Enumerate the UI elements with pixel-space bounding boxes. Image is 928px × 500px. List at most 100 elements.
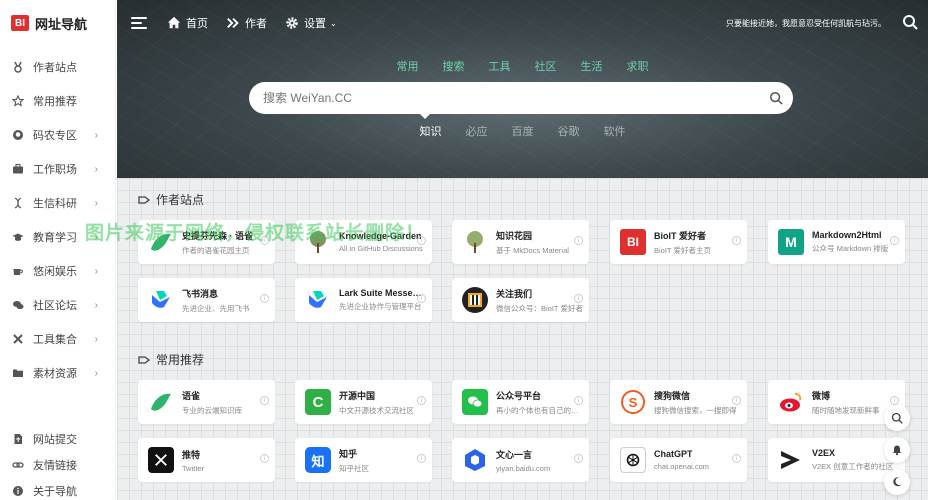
site-card-title: 文心一言 [496,449,533,460]
site-card[interactable]: 语雀 专业的云端知识库 i [138,380,275,424]
sidebar-item-10[interactable]: 素材资源 › [0,356,115,390]
info-icon[interactable]: i [417,294,426,303]
info-icon[interactable]: i [260,396,269,405]
notification-float-button[interactable] [884,437,910,463]
nav-author[interactable]: 作者 [226,15,267,31]
site-logo[interactable]: BI 网址导航 [0,0,115,46]
category-tab[interactable]: 生活 [581,58,603,74]
tag-icon [138,355,150,364]
info-icon[interactable]: i [574,236,583,245]
site-card-title: ChatGPT [654,449,693,459]
menu-toggle-icon[interactable] [131,17,147,29]
search-input[interactable] [263,91,743,105]
file-upload-icon [12,433,24,445]
engine-tab[interactable]: 谷歌 [558,123,580,139]
search-icon [891,412,903,424]
category-tab[interactable]: 常用 [397,58,419,74]
site-card[interactable]: Lark Suite Messenger 先进企业协作与管理平台 i [295,278,432,322]
medal-icon [12,61,24,73]
site-card-title: Lark Suite Messenger [339,288,427,298]
sidebar-item-7[interactable]: 悠闲娱乐 › [0,254,115,288]
search-icon[interactable] [902,14,918,30]
sidebar-item-1[interactable]: 网站提交 [0,426,116,452]
site-card-text: 公众号平台 再小的个体也有自己的品牌 [496,389,584,416]
site-card[interactable]: 文心一言 yiyan.baidu.com i [452,438,589,482]
site-card[interactable]: M Markdown2Html 公众号 Markdown 排版 i [768,220,905,264]
search-float-button[interactable] [884,405,910,431]
site-card[interactable]: 飞书消息 先进企业、先用飞书 i [138,278,275,322]
chat-icon [12,299,24,311]
site-card[interactable]: C 开源中国 中文开源技术交流社区 i [295,380,432,424]
sidebar-item-label: 关于导航 [33,486,77,498]
site-card-title: 飞书消息 [182,288,219,299]
chevron-right-icon: › [94,265,98,277]
site-card[interactable]: 关注我们 微信公众号：BioIT 爱好者 i [452,278,589,322]
search-icon[interactable] [769,91,783,105]
site-card[interactable]: S 搜狗微信 搜狗微信搜索，一搜即得 i [610,380,747,424]
info-icon[interactable]: i [732,236,741,245]
sidebar-item-2[interactable]: 友情链接 [0,452,116,478]
chevron-right-icon: › [94,197,98,209]
tools-icon [12,333,24,345]
logo-badge: BI [11,15,29,31]
site-card-title: 开源中国 [339,390,376,401]
coffee-icon [12,265,24,277]
site-card-title: 关注我们 [496,288,533,299]
site-card[interactable]: 推特 Twitter i [138,438,275,482]
sidebar-item-3[interactable]: 码农专区 › [0,118,115,152]
info-icon[interactable]: i [417,396,426,405]
engine-tab[interactable]: 必应 [466,123,488,139]
sidebar-item-8[interactable]: 社区论坛 › [0,288,115,322]
sidebar-item-label: 素材资源 [33,368,77,380]
site-card-text: 开源中国 中文开源技术交流社区 [339,389,427,416]
sidebar-item-5[interactable]: 生信科研 › [0,186,115,220]
sidebar-item-2[interactable]: 常用推荐 [0,84,115,118]
info-icon[interactable]: i [732,396,741,405]
nav-home-label: 首页 [186,18,208,30]
info-icon[interactable]: i [260,454,269,463]
nav-settings[interactable]: 设置 ⌄ [285,15,337,31]
site-card-description: Twitter [182,463,205,473]
sidebar-item-4[interactable]: 工作职场 › [0,152,115,186]
info-icon[interactable]: i [732,454,741,463]
sidebar-item-9[interactable]: 工具集合 › [0,322,115,356]
site-card-description: All in GitHub Discussions [339,244,423,253]
info-icon[interactable]: i [260,294,269,303]
site-card-description: 专业的云端知识库 [182,405,242,415]
info-icon[interactable]: i [890,396,899,405]
sidebar: BI 网址导航 作者站点 常用推荐 码农专区 › 工作职场 › 生信科研 › 教育学习 › 悠闲娱乐… [0,0,116,500]
search-box[interactable] [249,82,793,114]
engine-tab[interactable]: 百度 [512,123,534,139]
category-tab[interactable]: 工具 [489,58,511,74]
site-card[interactable]: ChatGPT chat.openai.com i [610,438,747,482]
category-tab[interactable]: 求职 [627,58,649,74]
info-icon[interactable]: i [574,454,583,463]
category-tab[interactable]: 搜索 [443,58,465,74]
site-card[interactable]: 公众号平台 再小的个体也有自己的品牌 i [452,380,589,424]
info-icon[interactable]: i [890,236,899,245]
site-card-description: chat.openai.com [654,462,710,471]
site-card-title: Markdown2Html [812,230,882,240]
info-icon[interactable]: i [417,454,426,463]
sidebar-item-label: 码农专区 [33,130,77,142]
engine-tab[interactable]: 软件 [604,123,626,139]
site-card[interactable]: 知识花园 基于 MkDocs Material i [452,220,589,264]
chevron-right-icon: › [94,367,98,379]
site-card-description: V2EX 创意工作者的社区 [812,462,894,471]
section-title-label: 常用推荐 [156,353,205,367]
site-card-title: 搜狗微信 [654,390,691,401]
bi-logo-icon: BI [620,229,646,255]
site-card-description: 搜狗微信搜索，一搜即得 [654,405,737,415]
site-card[interactable]: BI BioIT 爱好者 BioIT 爱好者主页 i [610,220,747,264]
category-tab[interactable]: 社区 [535,58,557,74]
sidebar-item-1[interactable]: 作者站点 [0,50,115,84]
nav-home[interactable]: 首页 [167,15,208,31]
info-icon[interactable]: i [574,294,583,303]
chevron-right-icon: › [94,129,98,141]
chevron-right-icon: › [94,299,98,311]
engine-tab[interactable]: 知识 [420,123,442,139]
info-icon[interactable]: i [574,396,583,405]
theme-toggle-float-button[interactable] [884,469,910,495]
sidebar-item-3[interactable]: 关于导航 [0,478,116,500]
site-card[interactable]: 知知乎 知乎社区 i [295,438,432,482]
